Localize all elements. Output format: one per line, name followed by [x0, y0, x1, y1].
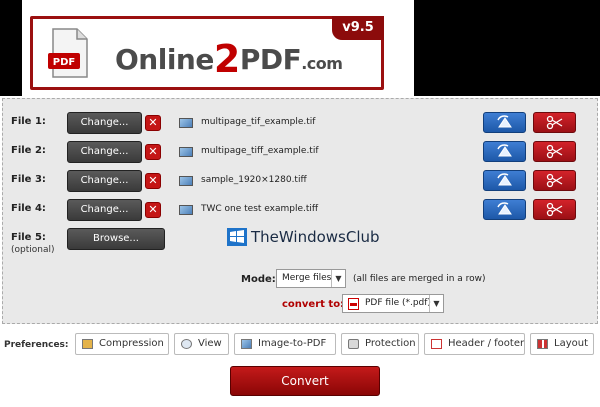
- file-label: File 3:: [11, 174, 46, 185]
- header: PDF Online2PDF.com v9.5: [0, 0, 600, 96]
- split-button[interactable]: [533, 112, 576, 133]
- rotate-button[interactable]: [483, 141, 526, 162]
- file-name: sample_1920×1280.tiff: [201, 175, 307, 185]
- scissors-icon: [546, 173, 563, 188]
- logo-wordmark: Online2PDF.com: [115, 37, 343, 81]
- magnifier-icon: [181, 339, 192, 349]
- logo-wordmark-pdf: PDF: [239, 43, 302, 76]
- split-button[interactable]: [533, 141, 576, 162]
- file-label: File 4:: [11, 203, 46, 214]
- view-button[interactable]: View: [174, 333, 229, 355]
- browse-button[interactable]: Browse...: [67, 228, 165, 250]
- windows-logo-icon: [227, 228, 247, 246]
- version-badge: v9.5: [332, 16, 384, 40]
- logo-wordmark-two: 2: [213, 37, 240, 81]
- remove-file-icon[interactable]: ✕: [145, 115, 161, 131]
- mode-select[interactable]: Merge files ▼: [276, 269, 346, 288]
- chevron-down-icon: ▼: [331, 270, 345, 287]
- file-label: File 2:: [11, 145, 46, 156]
- remove-file-icon[interactable]: ✕: [145, 202, 161, 218]
- scissors-icon: [546, 115, 563, 130]
- chevron-down-icon: ▼: [429, 295, 443, 312]
- compression-label: Compression: [99, 338, 164, 349]
- file-name: multipage_tiff_example.tif: [201, 146, 319, 156]
- change-file-button[interactable]: Change...: [67, 170, 142, 192]
- compression-button[interactable]: Compression: [75, 333, 169, 355]
- logo-wordmark-domain: .com: [301, 54, 343, 73]
- rotate-icon: [497, 115, 512, 128]
- change-file-button[interactable]: Change...: [67, 141, 142, 163]
- watermark-text: TheWindowsClub: [251, 228, 380, 246]
- header-footer-icon: [431, 339, 442, 349]
- header-left-band: [0, 0, 22, 96]
- image-file-icon: [179, 205, 193, 215]
- remove-file-icon[interactable]: ✕: [145, 173, 161, 189]
- rotate-icon: [497, 144, 512, 157]
- mode-select-value: Merge files: [282, 273, 332, 283]
- header-footer-button[interactable]: Header / footer: [424, 333, 525, 355]
- file-name: TWC one test example.tiff: [201, 204, 319, 214]
- convert-button[interactable]: Convert: [230, 366, 380, 396]
- image-icon: [241, 339, 252, 349]
- file-upload-panel: File 1: Change... ✕ multipage_tif_exampl…: [2, 98, 598, 324]
- rotate-icon: [497, 202, 512, 215]
- pdf-document-icon: PDF: [48, 28, 88, 78]
- image-to-pdf-button[interactable]: Image-to-PDF: [234, 333, 336, 355]
- output-format-select[interactable]: PDF file (*.pdf) ▼: [342, 294, 444, 313]
- change-file-button[interactable]: Change...: [67, 199, 142, 221]
- file-row-3: File 3: Change... ✕ sample_1920×1280.tif…: [3, 169, 599, 193]
- rotate-button[interactable]: [483, 112, 526, 133]
- convert-to-label: convert to:: [282, 299, 345, 310]
- split-button[interactable]: [533, 199, 576, 220]
- remove-file-icon[interactable]: ✕: [145, 144, 161, 160]
- image-to-pdf-label: Image-to-PDF: [258, 338, 327, 349]
- protection-button[interactable]: Protection: [341, 333, 419, 355]
- split-button[interactable]: [533, 170, 576, 191]
- scissors-icon: [546, 144, 563, 159]
- layout-icon: [537, 339, 548, 349]
- file-label: File 5:: [11, 232, 46, 243]
- scissors-icon: [546, 202, 563, 217]
- file-row-2: File 2: Change... ✕ multipage_tiff_examp…: [3, 140, 599, 164]
- image-file-icon: [179, 176, 193, 186]
- file-name: multipage_tif_example.tif: [201, 117, 316, 127]
- rotate-icon: [497, 173, 512, 186]
- optional-note: (optional): [11, 245, 55, 255]
- file-label: File 1:: [11, 116, 46, 127]
- pdf-file-icon: [348, 298, 359, 310]
- layout-button[interactable]: Layout: [530, 333, 594, 355]
- lock-icon: [348, 339, 359, 349]
- layout-label: Layout: [554, 338, 588, 349]
- rotate-button[interactable]: [483, 199, 526, 220]
- rotate-button[interactable]: [483, 170, 526, 191]
- compression-icon: [82, 339, 93, 349]
- view-label: View: [198, 338, 222, 349]
- mode-hint: (all files are merged in a row): [353, 274, 486, 284]
- file-row-4: File 4: Change... ✕ TWC one test example…: [3, 198, 599, 222]
- protection-label: Protection: [365, 338, 416, 349]
- output-format-value: PDF file (*.pdf): [365, 298, 431, 308]
- image-file-icon: [179, 147, 193, 157]
- file-row-1: File 1: Change... ✕ multipage_tif_exampl…: [3, 111, 599, 135]
- mode-label: Mode:: [241, 274, 276, 285]
- site-logo[interactable]: PDF Online2PDF.com v9.5: [30, 16, 384, 90]
- pdf-doc-label: PDF: [53, 57, 75, 68]
- header-right-band: [414, 0, 600, 96]
- change-file-button[interactable]: Change...: [67, 112, 142, 134]
- image-file-icon: [179, 118, 193, 128]
- preferences-label: Preferences:: [4, 340, 69, 350]
- header-footer-label: Header / footer: [448, 338, 525, 349]
- logo-wordmark-online: Online: [115, 43, 214, 76]
